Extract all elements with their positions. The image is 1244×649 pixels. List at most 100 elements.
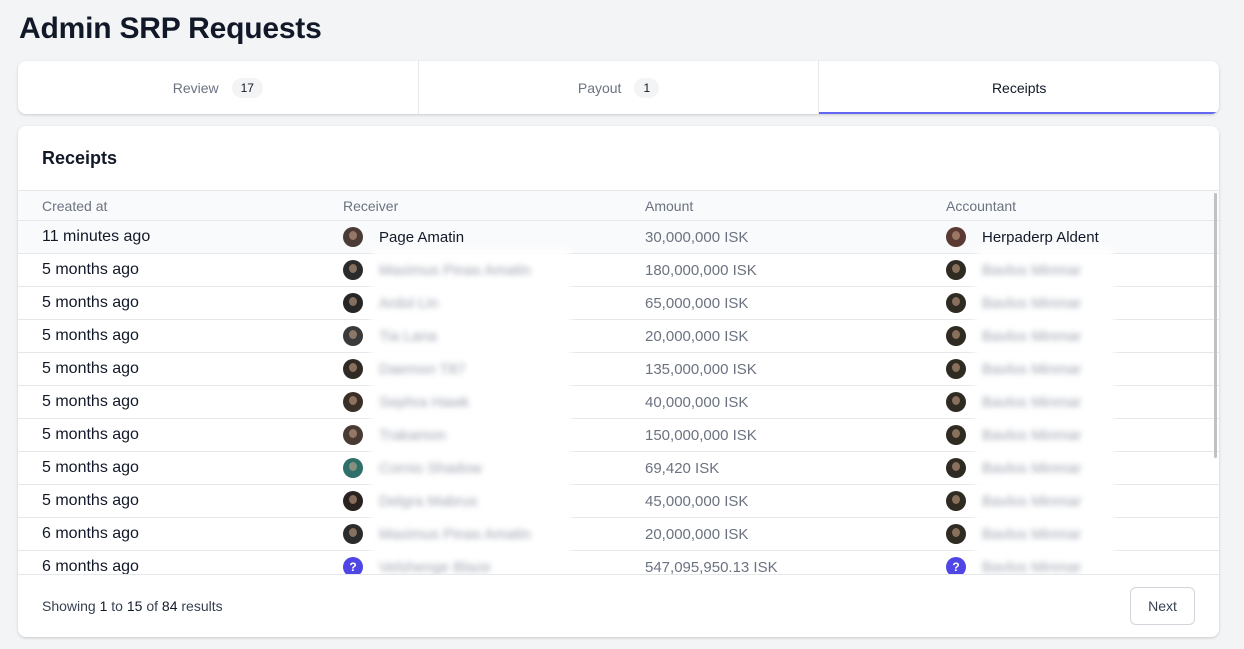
accountant-avatar (946, 260, 966, 280)
table-row[interactable]: 5 months ago Cornio Shadow 69,420 ISK Bavlo… (18, 452, 1219, 485)
table-row[interactable]: 6 months ago? Velshenge Blaze 547,095,950.… (18, 551, 1219, 575)
receiver-cell: Trakamon (319, 419, 621, 451)
column-header-accountant: Accountant (946, 197, 1017, 214)
table-row[interactable]: 6 months ago Maximus Pinas Amatin 20,000,0… (18, 518, 1219, 551)
accountant-name: Bavlos Minmar (982, 254, 1107, 286)
receiver-name: Maximus Pinas Amatin (379, 518, 564, 550)
receiver-avatar (343, 227, 363, 247)
receiver-avatar (343, 491, 363, 511)
pagination-to-word: to (111, 598, 123, 614)
accountant-cell: Bavlos Minmar (922, 452, 1219, 484)
receiver-avatar (343, 524, 363, 544)
pagination-summary: Showing 1 to 15 of 84 results (42, 598, 223, 614)
amount-cell: 65,000,000 ISK (645, 294, 749, 312)
accountant-name: Bavlos Minmar (982, 518, 1107, 550)
receiver-name: Cornio Shadow (379, 452, 564, 484)
accountant-name: Bavlos Minmar (982, 386, 1107, 418)
page-title: Admin SRP Requests (19, 12, 322, 45)
accountant-name: Bavlos Minmar (982, 452, 1107, 484)
accountant-name: Bavlos Minmar (982, 419, 1107, 451)
receiver-name: Trakamon (379, 419, 564, 451)
receiver-avatar (343, 458, 363, 478)
accountant-avatar (946, 491, 966, 511)
table-row[interactable]: 5 months ago Maximus Pinas Amatin 180,000,… (18, 254, 1219, 287)
pagination-suffix: results (181, 598, 223, 614)
receiver-cell: Maximus Pinas Amatin (319, 254, 621, 286)
tab-receipts-label: Receipts (991, 79, 1047, 96)
pagination-of-word: of (146, 598, 159, 614)
column-header-receiver: Receiver (343, 197, 399, 214)
amount-cell: 135,000,000 ISK (645, 360, 757, 378)
tab-review[interactable]: Review 17 (18, 61, 419, 114)
amount-cell: 69,420 ISK (645, 459, 720, 477)
created-at-cell: 5 months ago (42, 459, 139, 476)
receiver-avatar (343, 359, 363, 379)
created-at-cell: 5 months ago (42, 294, 139, 311)
created-at-cell: 11 minutes ago (42, 228, 151, 245)
receiver-cell: ? Velshenge Blaze (319, 551, 621, 574)
tab-bar: Review 17 Payout 1 Receipts (18, 61, 1219, 114)
pagination-total: 84 (161, 598, 178, 614)
table-row[interactable]: 5 months ago Trakamon 150,000,000 ISK Bavlo… (18, 419, 1219, 452)
receiver-name: Velshenge Blaze (379, 551, 564, 574)
amount-cell: 150,000,000 ISK (645, 426, 757, 444)
table-row[interactable]: 5 months ago Sephra Hawk 40,000,000 ISK Bav… (18, 386, 1219, 419)
table-row[interactable]: 5 months ago Tia Lana 20,000,000 ISK Bavlos… (18, 320, 1219, 353)
tab-receipts[interactable]: Receipts (819, 61, 1219, 114)
receiver-name: Ardol Lin (379, 287, 564, 319)
created-at-cell: 6 months ago (42, 558, 139, 575)
amount-cell: 20,000,000 ISK (645, 327, 749, 345)
receiver-cell: Sephra Hawk (319, 386, 621, 418)
receiver-cell: Daemon T87 (319, 353, 621, 385)
accountant-cell: Bavlos Minmar (922, 485, 1219, 517)
table-row[interactable]: 11 minutes ago Page Amatin 30,000,000 ISK H… (18, 221, 1219, 254)
accountant-avatar (946, 293, 966, 313)
tab-payout[interactable]: Payout 1 (419, 61, 820, 114)
created-at-cell: 5 months ago (42, 492, 139, 509)
created-at-cell: 5 months ago (42, 426, 139, 443)
accountant-avatar (946, 425, 966, 445)
accountant-name: Bavlos Minmar (982, 485, 1107, 517)
question-mark-icon: ? (343, 557, 363, 574)
receiver-name: Sephra Hawk (379, 386, 564, 418)
receiver-avatar (343, 392, 363, 412)
table-row[interactable]: 5 months ago Ardol Lin 65,000,000 ISK Bavlo… (18, 287, 1219, 320)
table-scrollbar[interactable] (1214, 193, 1217, 458)
amount-cell: 20,000,000 ISK (645, 525, 749, 543)
accountant-cell: Bavlos Minmar (922, 320, 1219, 352)
accountant-avatar (946, 326, 966, 346)
created-at-cell: 5 months ago (42, 393, 139, 410)
receiver-avatar (343, 293, 363, 313)
receiver-cell: Tia Lana (319, 320, 621, 352)
accountant-cell: Bavlos Minmar (922, 254, 1219, 286)
receiver-avatar (343, 425, 363, 445)
created-at-cell: 5 months ago (42, 327, 139, 344)
receiver-cell: Cornio Shadow (319, 452, 621, 484)
table-header: Created at Receiver Amount Accountant (18, 191, 1219, 221)
accountant-cell: Bavlos Minmar (922, 518, 1219, 550)
accountant-cell: Bavlos Minmar (922, 386, 1219, 418)
receiver-name: Maximus Pinas Amatin (379, 254, 564, 286)
column-header-created: Created at (42, 197, 108, 214)
receiver-name: Page Amatin (379, 228, 465, 246)
accountant-avatar (946, 227, 966, 247)
receiver-cell: Page Amatin (319, 227, 621, 247)
table-row[interactable]: 5 months ago Daemon T87 135,000,000 ISK Bav… (18, 353, 1219, 386)
receiver-avatar (343, 326, 363, 346)
accountant-cell: Bavlos Minmar (922, 353, 1219, 385)
table-row[interactable]: 5 months ago Delgra Mabrus 45,000,000 ISK B… (18, 485, 1219, 518)
accountant-name: Bavlos Minmar (982, 320, 1107, 352)
receiver-name: Tia Lana (379, 320, 564, 352)
receipts-table[interactable]: Created at Receiver Amount Accountant 11… (18, 190, 1219, 575)
next-page-button[interactable]: Next (1130, 587, 1195, 625)
receipts-card: Receipts Created at Receiver Amount Acco… (18, 126, 1219, 637)
amount-cell: 180,000,000 ISK (645, 261, 757, 279)
receipts-title: Receipts (42, 148, 118, 168)
tab-review-count-badge: 17 (231, 77, 263, 98)
amount-cell: 30,000,000 ISK (645, 228, 749, 246)
column-header-amount: Amount (645, 197, 694, 214)
accountant-name: Bavlos Minmar (982, 287, 1107, 319)
question-mark-icon: ? (946, 557, 966, 574)
accountant-cell: Herpaderp Aldent (922, 227, 1219, 247)
accountant-name: Bavlos Minmar (982, 551, 1107, 574)
